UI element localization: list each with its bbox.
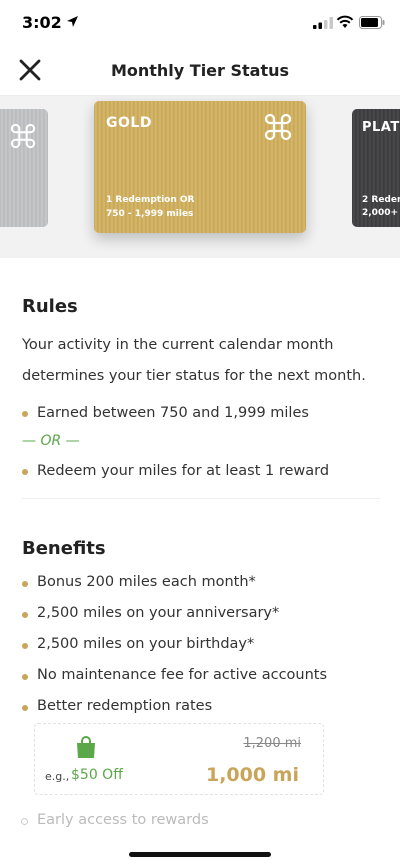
rules-description-line1: Your activity in the current calendar mo… bbox=[22, 337, 334, 353]
original-miles: 1,200 mi bbox=[243, 736, 301, 751]
tier-card-platinum[interactable]: PLATI 2 Redem 2,000+ m bbox=[352, 109, 400, 227]
tier-requirement-line2: 2,000+ m bbox=[362, 208, 400, 218]
benefit-item: No maintenance fee for active accounts bbox=[37, 667, 328, 683]
locked-bullet-dot bbox=[21, 818, 28, 825]
tier-card-silver[interactable] bbox=[0, 109, 48, 227]
benefit-item: 2,500 miles on your anniversary* bbox=[37, 605, 280, 621]
command-key-icon bbox=[10, 123, 36, 149]
or-separator: — OR — bbox=[22, 433, 80, 449]
benefit-item: Bonus 200 miles each month* bbox=[37, 574, 256, 590]
shopping-bag-icon bbox=[77, 736, 95, 758]
wifi-icon bbox=[336, 15, 354, 28]
locked-benefit-item: Early access to rewards bbox=[37, 812, 209, 828]
battery-icon bbox=[359, 16, 385, 29]
status-bar: 3:02 bbox=[0, 0, 400, 44]
home-indicator[interactable] bbox=[129, 852, 271, 857]
bullet-dot bbox=[22, 612, 28, 618]
example-prefix: e.g., bbox=[45, 770, 70, 783]
bullet-dot bbox=[22, 581, 28, 587]
redemption-example: e.g., $50 Off 1,200 mi 1,000 mi bbox=[34, 723, 324, 795]
section-divider bbox=[22, 498, 380, 499]
rules-heading: Rules bbox=[22, 296, 78, 317]
location-arrow-icon bbox=[67, 16, 78, 27]
bullet-dot bbox=[22, 469, 28, 475]
bullet-dot bbox=[22, 674, 28, 680]
cellular-signal-icon bbox=[313, 17, 333, 29]
tier-carousel[interactable]: GOLD 1 Redemption OR 750 - 1,999 miles P… bbox=[0, 96, 400, 258]
page-title: Monthly Tier Status bbox=[110, 61, 290, 80]
tier-name: PLATI bbox=[362, 120, 400, 135]
benefit-item: 2,500 miles on your birthday* bbox=[37, 636, 255, 652]
status-time: 3:02 bbox=[22, 13, 62, 32]
rules-description-line2: determines your tier status for the next… bbox=[22, 368, 366, 384]
tier-name: GOLD bbox=[106, 115, 152, 131]
rule-condition-redeem: Redeem your miles for at least 1 reward bbox=[37, 463, 330, 479]
bullet-dot bbox=[22, 643, 28, 649]
example-reward: $50 Off bbox=[71, 767, 123, 783]
discounted-miles: 1,000 mi bbox=[205, 764, 299, 786]
benefits-heading: Benefits bbox=[22, 538, 106, 559]
tier-card-gold[interactable]: GOLD 1 Redemption OR 750 - 1,999 miles bbox=[94, 101, 306, 233]
tier-requirement-line1: 2 Redem bbox=[362, 195, 400, 205]
benefit-item: Better redemption rates bbox=[37, 698, 213, 714]
tier-requirement-line1: 1 Redemption OR bbox=[106, 195, 195, 205]
bullet-dot bbox=[22, 705, 28, 711]
rule-condition-miles: Earned between 750 and 1,999 miles bbox=[37, 405, 309, 421]
bullet-dot bbox=[22, 411, 28, 417]
nav-bar: Monthly Tier Status bbox=[0, 44, 400, 96]
command-key-icon bbox=[264, 113, 292, 141]
tier-requirement-line2: 750 - 1,999 miles bbox=[106, 209, 194, 219]
